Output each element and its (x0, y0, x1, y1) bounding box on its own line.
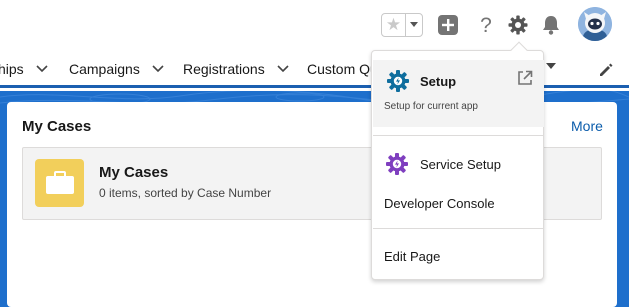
setup-gear-icon[interactable] (506, 13, 530, 37)
svg-text:?: ? (480, 14, 492, 37)
setup-gear-icon (386, 69, 410, 98)
global-header: ★ ? (0, 0, 629, 50)
setup-dropdown-menu: Setup Setup for current app Service Setu… (371, 41, 544, 280)
card-title: My Cases (22, 118, 92, 135)
notifications-bell-icon[interactable] (539, 13, 563, 37)
nav-item-custom[interactable]: Custom Qu (307, 61, 378, 77)
nav-item-campaigns[interactable]: Campaigns (69, 61, 164, 77)
setup-label: Setup (420, 74, 457, 89)
nav-item-label: Campaigns (69, 61, 140, 77)
favorites-button-group: ★ (381, 13, 423, 37)
user-avatar[interactable] (578, 7, 612, 41)
list-subtitle: 0 items, sorted by Case Number (99, 186, 272, 200)
help-question-icon[interactable]: ? (474, 13, 498, 37)
menu-item-developer-console[interactable]: Developer Console (384, 196, 495, 211)
briefcase-icon (35, 159, 84, 207)
edit-nav-pencil-icon[interactable] (598, 62, 614, 83)
menu-divider (373, 135, 544, 136)
menu-divider (373, 228, 544, 229)
global-actions-plus-icon[interactable] (436, 13, 460, 37)
chevron-down-icon[interactable] (152, 65, 164, 73)
external-link-icon[interactable] (517, 70, 533, 91)
nav-item-label: hips (0, 61, 24, 77)
favorites-dropdown-icon[interactable] (406, 14, 422, 36)
favorites-star-icon[interactable]: ★ (382, 14, 406, 36)
nav-overflow-chevron-icon[interactable] (545, 62, 557, 70)
nav-item-registrations[interactable]: Registrations (183, 61, 289, 77)
setup-subtitle: Setup for current app (384, 101, 478, 112)
more-link[interactable]: More (571, 118, 603, 134)
menu-item-edit-page[interactable]: Edit Page (384, 249, 440, 264)
service-setup-gear-icon (385, 152, 409, 181)
chevron-down-icon[interactable] (36, 65, 48, 73)
nav-item-label: Custom Qu (307, 61, 378, 77)
chevron-down-icon[interactable] (277, 65, 289, 73)
nav-item-hips[interactable]: hips (0, 61, 48, 77)
menu-item-setup[interactable]: Setup Setup for current app (373, 60, 544, 127)
menu-item-service-setup[interactable]: Service Setup (420, 157, 501, 172)
nav-item-label: Registrations (183, 61, 265, 77)
list-title[interactable]: My Cases (99, 164, 168, 181)
